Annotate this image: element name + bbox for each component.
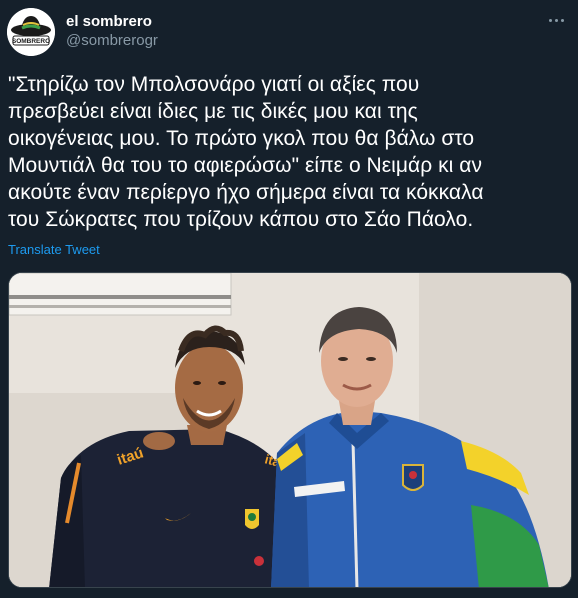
- user-handle[interactable]: @sombrerogr: [66, 32, 158, 50]
- tweet-photo[interactable]: itaú itaú: [8, 272, 572, 588]
- avatar[interactable]: SOMBRERO: [7, 8, 55, 56]
- more-options-button[interactable]: [542, 8, 570, 28]
- more-horizontal-icon: [547, 9, 565, 27]
- tweet-card: SOMBRERO el sombrero @sombrerogr "Στηρίζ…: [0, 0, 578, 598]
- sombrero-logo-icon: SOMBRERO: [7, 8, 55, 56]
- air-conditioner: [9, 273, 232, 316]
- avatar-logo-text: SOMBRERO: [12, 38, 50, 45]
- translate-tweet-link[interactable]: Translate Tweet: [8, 242, 100, 258]
- photo-illustration: itaú itaú: [9, 273, 571, 587]
- display-name[interactable]: el sombrero: [66, 13, 152, 31]
- tweet-text: "Στηρίζω τον Μπολσονάρο γιατί οι αξίες π…: [8, 73, 484, 231]
